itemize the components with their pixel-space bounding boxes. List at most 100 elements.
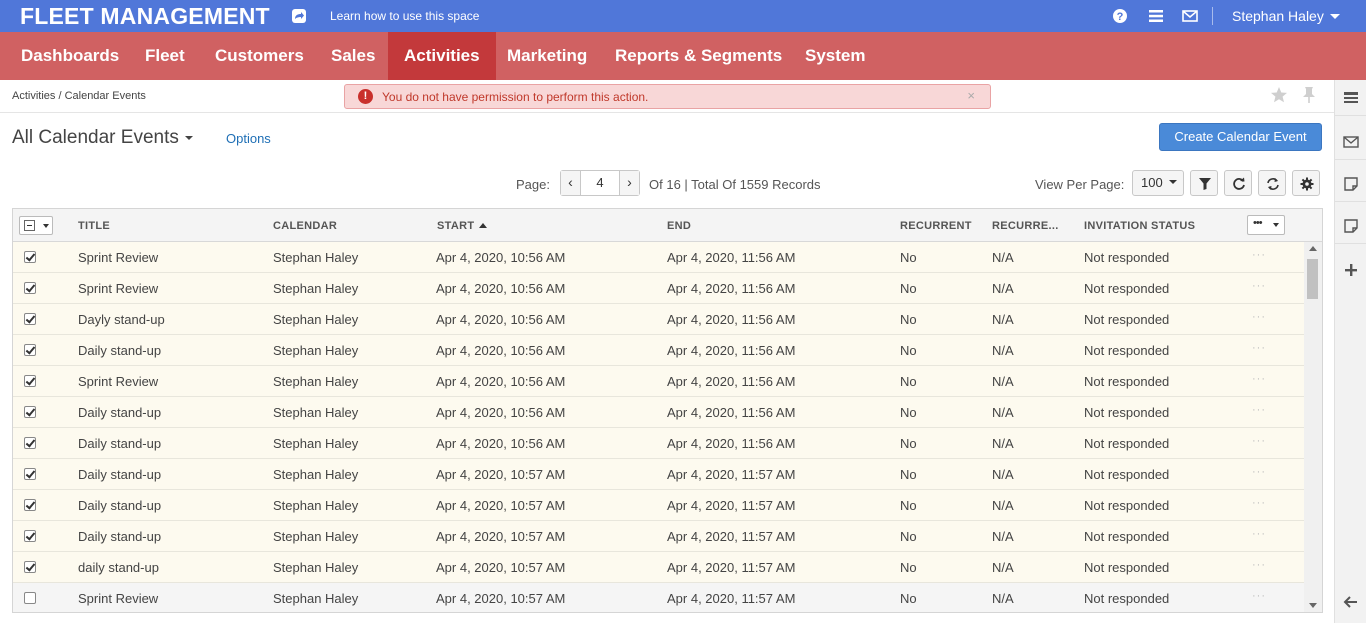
row-checkbox[interactable] bbox=[24, 468, 36, 480]
nav-system[interactable]: System bbox=[789, 32, 881, 80]
next-page-button[interactable]: › bbox=[619, 171, 639, 195]
row-checkbox[interactable] bbox=[24, 251, 36, 263]
page-title[interactable]: All Calendar Events bbox=[12, 127, 193, 149]
table-row[interactable]: Daily stand-up Stephan Haley Apr 4, 2020, … bbox=[13, 490, 1304, 521]
cell-title[interactable]: Sprint Review bbox=[78, 374, 158, 389]
column-header-calendar[interactable]: CALENDAR bbox=[273, 220, 337, 232]
sidebar-note-button[interactable] bbox=[1335, 166, 1366, 202]
sidebar-add-button[interactable] bbox=[1335, 252, 1366, 288]
share-icon[interactable] bbox=[292, 9, 306, 23]
cell-title[interactable]: Sprint Review bbox=[78, 250, 158, 265]
cell-title[interactable]: Daily stand-up bbox=[78, 467, 161, 482]
table-row[interactable]: Daily stand-up Stephan Haley Apr 4, 2020, … bbox=[13, 459, 1304, 490]
row-checkbox[interactable] bbox=[24, 313, 36, 325]
table-row[interactable]: Daily stand-up Stephan Haley Apr 4, 2020, … bbox=[13, 521, 1304, 552]
sidebar-email-button[interactable] bbox=[1335, 124, 1366, 160]
app-brand[interactable]: FLEET MANAGEMENT bbox=[20, 3, 270, 30]
row-actions-icon[interactable]: ··· bbox=[1252, 342, 1266, 354]
cell-title[interactable]: Daily stand-up bbox=[78, 498, 161, 513]
column-header-recurrent[interactable]: RECURRENT bbox=[900, 220, 972, 232]
row-actions-icon[interactable]: ··· bbox=[1252, 559, 1266, 571]
row-actions-icon[interactable]: ··· bbox=[1252, 590, 1266, 602]
cell-recurrent: No bbox=[900, 250, 917, 265]
row-actions-icon[interactable]: ··· bbox=[1252, 280, 1266, 292]
learn-link[interactable]: Learn how to use this space bbox=[330, 9, 479, 23]
cell-title[interactable]: daily stand-up bbox=[78, 560, 159, 575]
row-checkbox[interactable] bbox=[24, 437, 36, 449]
star-icon[interactable] bbox=[1270, 86, 1288, 104]
table-row[interactable]: Sprint Review Stephan Haley Apr 4, 2020, 1… bbox=[13, 366, 1304, 397]
row-actions-icon[interactable]: ··· bbox=[1252, 466, 1266, 478]
nav-marketing[interactable]: Marketing bbox=[491, 32, 603, 80]
menu-icon[interactable] bbox=[1148, 8, 1164, 24]
pin-icon[interactable] bbox=[1301, 86, 1317, 104]
row-checkbox[interactable] bbox=[24, 375, 36, 387]
row-checkbox[interactable] bbox=[24, 561, 36, 573]
scrollbar-thumb[interactable] bbox=[1307, 259, 1318, 299]
scroll-up-icon[interactable] bbox=[1309, 246, 1317, 251]
cell-invitation-status: Not responded bbox=[1084, 591, 1170, 606]
row-checkbox[interactable] bbox=[24, 592, 36, 604]
row-actions-icon[interactable]: ··· bbox=[1252, 497, 1266, 509]
column-header-invitation-status[interactable]: INVITATION STATUS bbox=[1084, 220, 1195, 232]
scroll-down-icon[interactable] bbox=[1309, 603, 1317, 608]
grid-scrollbar[interactable] bbox=[1304, 242, 1322, 612]
cell-title[interactable]: Dayly stand-up bbox=[78, 312, 165, 327]
page-number-input[interactable] bbox=[581, 171, 619, 195]
close-icon[interactable]: × bbox=[967, 88, 975, 103]
nav-fleet[interactable]: Fleet bbox=[129, 32, 201, 80]
nav-reports-segments[interactable]: Reports & Segments bbox=[599, 32, 798, 80]
column-menu-button[interactable]: ••• bbox=[1247, 215, 1285, 235]
sidebar-tasks-button[interactable] bbox=[1335, 80, 1366, 116]
refresh-button[interactable] bbox=[1224, 170, 1252, 196]
reset-button[interactable] bbox=[1258, 170, 1286, 196]
row-checkbox[interactable] bbox=[24, 499, 36, 511]
cell-title[interactable]: Daily stand-up bbox=[78, 405, 161, 420]
sidebar-note2-button[interactable] bbox=[1335, 208, 1366, 244]
prev-page-button[interactable]: ‹ bbox=[561, 171, 581, 195]
create-calendar-event-button[interactable]: Create Calendar Event bbox=[1159, 123, 1322, 151]
view-per-page-select[interactable]: 100 bbox=[1132, 170, 1184, 196]
cell-title[interactable]: Sprint Review bbox=[78, 281, 158, 296]
cell-title[interactable]: Daily stand-up bbox=[78, 529, 161, 544]
options-link[interactable]: Options bbox=[226, 131, 271, 146]
cell-title[interactable]: Daily stand-up bbox=[78, 436, 161, 451]
table-row[interactable]: Dayly stand-up Stephan Haley Apr 4, 2020, … bbox=[13, 304, 1304, 335]
row-actions-icon[interactable]: ··· bbox=[1252, 373, 1266, 385]
row-checkbox[interactable] bbox=[24, 344, 36, 356]
table-row[interactable]: Daily stand-up Stephan Haley Apr 4, 2020, … bbox=[13, 335, 1304, 366]
mail-icon[interactable] bbox=[1182, 8, 1198, 24]
row-actions-icon[interactable]: ··· bbox=[1252, 311, 1266, 323]
nav-customers[interactable]: Customers bbox=[199, 32, 320, 80]
table-row[interactable]: Sprint Review Stephan Haley Apr 4, 2020, 1… bbox=[13, 273, 1304, 304]
table-row[interactable]: Sprint Review Stephan Haley Apr 4, 2020, 1… bbox=[13, 242, 1304, 273]
row-checkbox[interactable] bbox=[24, 282, 36, 294]
row-checkbox[interactable] bbox=[24, 530, 36, 542]
cell-invitation-status: Not responded bbox=[1084, 343, 1170, 358]
column-header-title[interactable]: TITLE bbox=[78, 220, 110, 232]
row-checkbox[interactable] bbox=[24, 406, 36, 418]
nav-activities[interactable]: Activities bbox=[388, 32, 496, 80]
row-actions-icon[interactable]: ··· bbox=[1252, 404, 1266, 416]
table-row[interactable]: Sprint Review Stephan Haley Apr 4, 2020, 1… bbox=[13, 583, 1304, 612]
table-row[interactable]: Daily stand-up Stephan Haley Apr 4, 2020, … bbox=[13, 397, 1304, 428]
column-header-recurrence[interactable]: RECURRE... bbox=[992, 220, 1059, 232]
table-row[interactable]: Daily stand-up Stephan Haley Apr 4, 2020, … bbox=[13, 428, 1304, 459]
cell-title[interactable]: Daily stand-up bbox=[78, 343, 161, 358]
settings-button[interactable] bbox=[1292, 170, 1320, 196]
user-menu[interactable]: Stephan Haley bbox=[1232, 8, 1340, 24]
column-header-start[interactable]: START bbox=[437, 220, 488, 232]
nav-sales[interactable]: Sales bbox=[315, 32, 391, 80]
help-icon[interactable]: ? bbox=[1112, 8, 1128, 24]
user-name: Stephan Haley bbox=[1232, 8, 1324, 24]
sidebar-collapse-button[interactable] bbox=[1335, 584, 1366, 620]
row-actions-icon[interactable]: ··· bbox=[1252, 435, 1266, 447]
filter-button[interactable] bbox=[1190, 170, 1218, 196]
mass-action-checkbox[interactable] bbox=[19, 216, 53, 235]
cell-title[interactable]: Sprint Review bbox=[78, 591, 158, 606]
row-actions-icon[interactable]: ··· bbox=[1252, 249, 1266, 261]
table-row[interactable]: daily stand-up Stephan Haley Apr 4, 2020, … bbox=[13, 552, 1304, 583]
column-header-end[interactable]: END bbox=[667, 220, 691, 232]
nav-dashboards[interactable]: Dashboards bbox=[5, 32, 135, 80]
row-actions-icon[interactable]: ··· bbox=[1252, 528, 1266, 540]
